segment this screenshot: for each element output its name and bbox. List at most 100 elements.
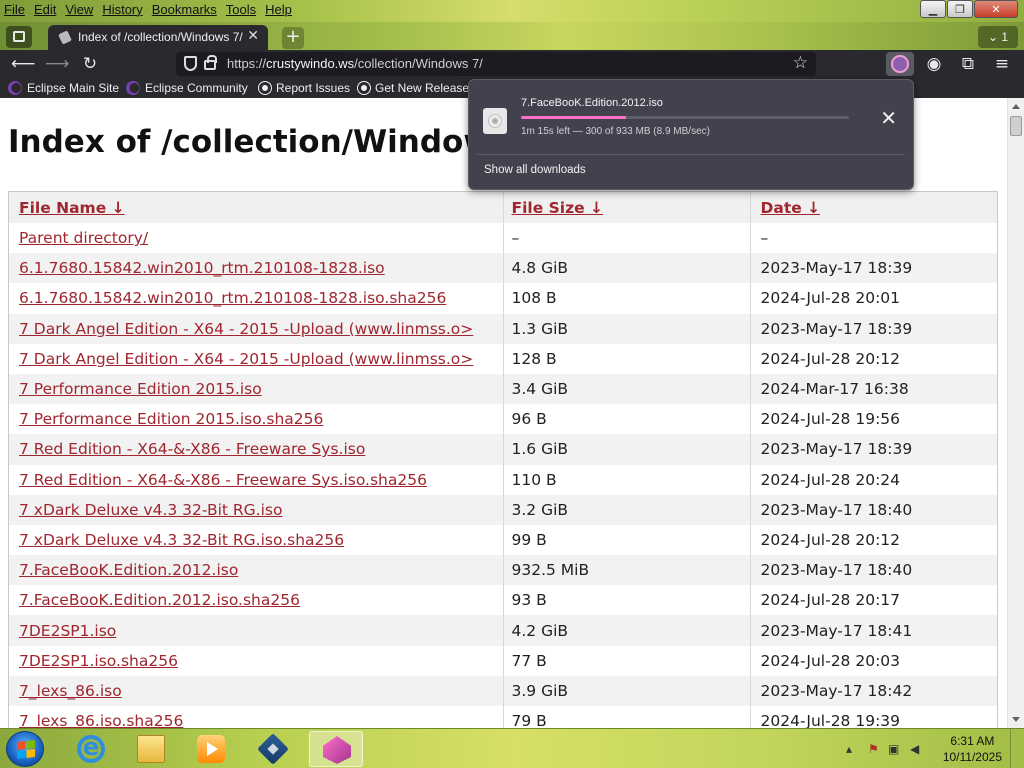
file-date-cell: 2023-May-17 18:39 bbox=[749, 313, 997, 344]
file-link[interactable]: 7DE2SP1.iso.sha256 bbox=[19, 652, 178, 670]
downloads-panel: 7.FaceBooK.Edition.2012.iso 1m 15s left … bbox=[468, 79, 914, 190]
sort-by-date-link[interactable]: Date ↓ bbox=[761, 199, 821, 217]
table-row: 7.FaceBooK.Edition.2012.iso 932.5 MiB 2023… bbox=[9, 555, 997, 586]
vertical-scrollbar[interactable] bbox=[1007, 98, 1024, 728]
file-name-cell: 7 xDark Deluxe v4.3 32-Bit RG.iso bbox=[9, 494, 503, 525]
account-icon[interactable]: ◉ bbox=[923, 54, 945, 74]
scroll-down-arrow-icon[interactable] bbox=[1012, 717, 1020, 722]
table-row: Parent directory/ – – bbox=[9, 223, 997, 254]
file-size-cell: 79 B bbox=[502, 706, 750, 728]
bookmark-eclipse-community[interactable]: Eclipse Community bbox=[126, 80, 248, 96]
sort-by-name-link[interactable]: File Name ↓ bbox=[19, 199, 125, 217]
file-link[interactable]: 6.1.7680.15842.win2010_rtm.210108-1828.i… bbox=[19, 259, 385, 277]
volume-muted-icon[interactable]: ◀ bbox=[910, 742, 919, 756]
tab-close-icon[interactable]: ✕ bbox=[247, 28, 259, 44]
downloads-button[interactable] bbox=[886, 52, 914, 76]
menu-file[interactable]: File bbox=[4, 2, 25, 17]
menu-list: File Edit View History Bookmarks Tools H… bbox=[4, 2, 301, 17]
column-header-file-name: File Name ↓ bbox=[9, 192, 503, 223]
show-all-downloads-link[interactable]: Show all downloads bbox=[484, 164, 586, 176]
table-row: 7_lexs_86.iso.sha256 79 B 2024-Jul-28 19:3… bbox=[9, 706, 997, 728]
reload-icon[interactable]: ↻ bbox=[79, 54, 101, 74]
clock[interactable]: 6:31 AM 10/11/2025 bbox=[943, 733, 1002, 765]
taskbar-app-internet-explorer[interactable] bbox=[64, 731, 118, 767]
menu-tools[interactable]: Tools bbox=[226, 2, 256, 17]
github-icon bbox=[358, 82, 370, 94]
file-date-cell: 2023-May-17 18:41 bbox=[749, 615, 997, 646]
file-link[interactable]: 7DE2SP1.iso bbox=[19, 622, 116, 640]
menu-edit[interactable]: Edit bbox=[34, 2, 56, 17]
scroll-up-arrow-icon[interactable] bbox=[1012, 104, 1020, 109]
hamburger-menu-icon[interactable]: ≡ bbox=[991, 54, 1013, 74]
file-date-cell: 2024-Jul-28 20:24 bbox=[749, 464, 997, 495]
extensions-puzzle-icon[interactable]: ⧉ bbox=[957, 54, 979, 74]
menu-view[interactable]: View bbox=[65, 2, 93, 17]
file-date-cell: 2024-Jul-28 20:12 bbox=[749, 524, 997, 556]
file-name-cell: 7_lexs_86.iso bbox=[9, 675, 503, 706]
show-desktop-button[interactable] bbox=[1010, 729, 1024, 768]
address-bar[interactable]: https://crustywindo.ws/collection/Window… bbox=[176, 52, 816, 76]
tab-active[interactable]: Index of /collection/Windows 7/ ✕ bbox=[48, 25, 268, 50]
file-link[interactable]: 7.FaceBooK.Edition.2012.iso bbox=[19, 561, 238, 579]
file-link[interactable]: 7 Red Edition - X64-&-X86 - Freeware Sys… bbox=[19, 440, 365, 458]
bookmark-star-icon[interactable]: ☆ bbox=[793, 53, 808, 73]
file-link[interactable]: 6.1.7680.15842.win2010_rtm.210108-1828.i… bbox=[19, 289, 446, 307]
eclipse-icon bbox=[8, 81, 22, 95]
scrollbar-thumb[interactable] bbox=[1010, 116, 1022, 136]
file-link[interactable]: 7 xDark Deluxe v4.3 32-Bit RG.iso.sha256 bbox=[19, 531, 344, 549]
taskbar: ▴ ⚑ ▣ ◀ 6:31 AM 10/11/2025 bbox=[0, 728, 1024, 768]
file-link[interactable]: 7.FaceBooK.Edition.2012.iso.sha256 bbox=[19, 591, 300, 609]
file-link[interactable]: 7 Dark Angel Edition - X64 - 2015 -Uploa… bbox=[19, 320, 473, 338]
download-filename[interactable]: 7.FaceBooK.Edition.2012.iso bbox=[521, 97, 663, 109]
menu-history[interactable]: History bbox=[102, 2, 142, 17]
close-window-button[interactable]: ✕ bbox=[974, 0, 1018, 18]
file-name-cell: 7 Dark Angel Edition - X64 - 2015 -Uploa… bbox=[9, 313, 503, 344]
sort-by-size-link[interactable]: File Size ↓ bbox=[512, 199, 604, 217]
parent-directory-link[interactable]: Parent directory/ bbox=[19, 229, 148, 247]
file-size-cell: 1.6 GiB bbox=[502, 434, 750, 465]
bookmark-eclipse-main[interactable]: Eclipse Main Site bbox=[8, 80, 119, 96]
menu-help[interactable]: Help bbox=[265, 2, 292, 17]
taskbar-app-firefox[interactable] bbox=[309, 731, 363, 767]
table-row: 6.1.7680.15842.win2010_rtm.210108-1828.i… bbox=[9, 283, 997, 314]
minimize-button[interactable]: ▁ bbox=[920, 0, 946, 18]
cancel-download-icon[interactable]: ✕ bbox=[880, 106, 897, 130]
table-row: 7DE2SP1.iso 4.2 GiB 2023-May-17 18:41 bbox=[9, 615, 997, 646]
bookmark-get-new-releases[interactable]: Get New Releases bbox=[358, 80, 475, 96]
tab-list-button[interactable] bbox=[6, 26, 32, 48]
taskbar-app-media-player[interactable] bbox=[184, 731, 238, 767]
file-link[interactable]: 7 Red Edition - X64-&-X86 - Freeware Sys… bbox=[19, 471, 427, 489]
file-size-cell: 96 B bbox=[502, 404, 750, 435]
file-link[interactable]: 7 Dark Angel Edition - X64 - 2015 -Uploa… bbox=[19, 350, 473, 368]
maximize-button[interactable]: ❐ bbox=[947, 0, 973, 18]
file-name-cell: 7.FaceBooK.Edition.2012.iso bbox=[9, 555, 503, 586]
table-body: Parent directory/ – – 6.1.7680.15842.win201… bbox=[9, 223, 997, 728]
menu-bookmarks[interactable]: Bookmarks bbox=[152, 2, 217, 17]
show-hidden-icons-chevron-icon[interactable]: ▴ bbox=[846, 742, 852, 756]
bookmark-report-issues[interactable]: Report Issues bbox=[259, 80, 350, 96]
close-icon: ✕ bbox=[991, 2, 1001, 16]
file-link[interactable]: 7 Performance Edition 2015.iso bbox=[19, 380, 262, 398]
back-arrow-icon[interactable]: ⟵ bbox=[11, 54, 35, 74]
forward-arrow-icon[interactable]: ⟶ bbox=[45, 54, 69, 74]
action-center-flag-icon[interactable]: ⚑ bbox=[868, 742, 879, 756]
table-row: 7 Performance Edition 2015.iso 3.4 GiB 202… bbox=[9, 373, 997, 405]
file-link[interactable]: 7 xDark Deluxe v4.3 32-Bit RG.iso bbox=[19, 501, 282, 519]
taskbar-app-virtualbox[interactable] bbox=[246, 731, 300, 767]
lock-icon[interactable] bbox=[204, 55, 217, 70]
file-size-cell: 932.5 MiB bbox=[502, 555, 750, 586]
file-size-cell: 4.2 GiB bbox=[502, 615, 750, 646]
new-tab-button[interactable]: + bbox=[282, 27, 304, 49]
start-button[interactable] bbox=[6, 731, 44, 767]
tracking-protection-shield-icon[interactable] bbox=[184, 56, 197, 71]
file-link[interactable]: 7_lexs_86.iso bbox=[19, 682, 122, 700]
file-link[interactable]: 7 Performance Edition 2015.iso.sha256 bbox=[19, 410, 323, 428]
file-size-cell: 3.9 GiB bbox=[502, 675, 750, 706]
file-link[interactable]: 7_lexs_86.iso.sha256 bbox=[19, 712, 183, 728]
network-icon[interactable]: ▣ bbox=[888, 742, 899, 756]
file-size-cell: 93 B bbox=[502, 585, 750, 616]
taskbar-app-file-explorer[interactable] bbox=[124, 731, 178, 767]
bookmark-label: Get New Releases bbox=[375, 81, 476, 95]
url-text[interactable]: https://crustywindo.ws/collection/Window… bbox=[227, 56, 483, 71]
tab-count-button[interactable]: ⌄ 1 bbox=[978, 26, 1018, 48]
